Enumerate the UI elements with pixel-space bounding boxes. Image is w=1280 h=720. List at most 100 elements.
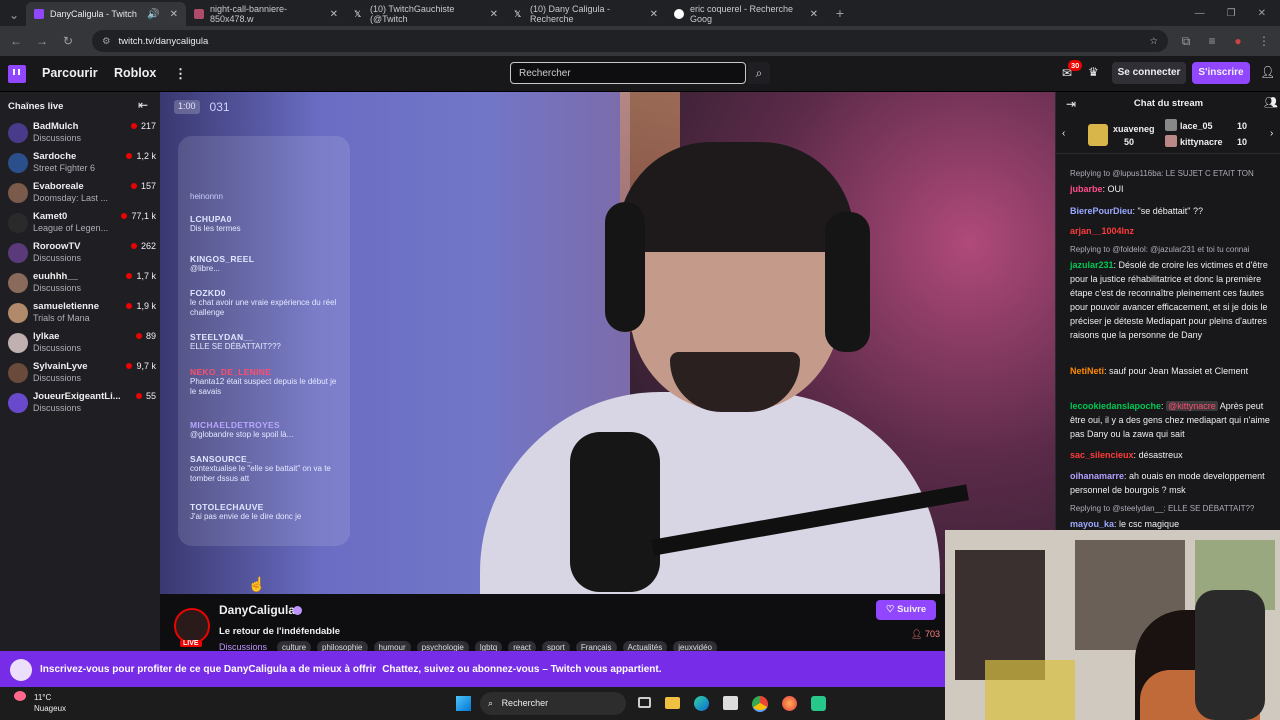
chat-username[interactable]: NetiNeti	[1070, 366, 1104, 376]
collapse-sidebar-icon[interactable]: ⇤	[138, 98, 148, 112]
sidebar-channel-item[interactable]: JoueurExigeantLi... Discussions 55	[6, 389, 156, 417]
viewer-count-value: 703	[924, 629, 940, 639]
community-icon[interactable]: 👥︎	[1264, 96, 1278, 109]
banner-text-primary: Inscrivez-vous pour profiter de ce que D…	[40, 663, 377, 675]
tab-twitch[interactable]: DanyCaligula - Twitch 🔊 ✕	[26, 2, 186, 26]
chat-username[interactable]: jubarbe	[1070, 184, 1103, 194]
login-button[interactable]: Se connecter	[1112, 62, 1186, 84]
chat-username[interactable]: mayou_ka	[1070, 519, 1114, 529]
channel-viewers: 77,1 k	[121, 211, 156, 221]
chrome-icon[interactable]	[752, 696, 768, 712]
sidebar-channel-item[interactable]: SylvainLyve Discussions 9,7 k	[6, 359, 156, 387]
site-info-icon[interactable]: ⚙	[102, 36, 111, 47]
close-tab-icon[interactable]: ✕	[330, 9, 338, 20]
sidebar-channel-item[interactable]: lylkae Discussions 89	[6, 329, 156, 357]
weather-icon[interactable]	[14, 691, 26, 701]
overlay-timer-badge: 1:00 031	[174, 100, 230, 114]
channel-name[interactable]: DanyCaligula	[219, 603, 295, 617]
channel-name: samueletienne	[33, 301, 99, 312]
user-menu-icon[interactable]: 👤︎	[1260, 65, 1275, 79]
overlay-chat-message: NEKO_DE_LENINE Phanta12 était suspect dep…	[190, 367, 340, 397]
glitch-icon	[10, 659, 32, 681]
sidebar-channel-item[interactable]: Evaboreale Doomsday: Last ... 157	[6, 179, 156, 207]
overlay-chat-user: STEELYDAN__	[190, 332, 254, 342]
sidebar-channel-item[interactable]: RoroowTV Discussions 262	[6, 239, 156, 267]
chat-username[interactable]: arjan__1004lnz	[1070, 226, 1134, 236]
maximize-icon[interactable]: ❐	[1227, 8, 1236, 19]
back-icon[interactable]: ←	[8, 34, 24, 48]
url-bar[interactable]: ⚙ twitch.tv/danycaligula ☆	[92, 30, 1168, 52]
extensions-icon[interactable]: ⧉	[1178, 34, 1194, 49]
sidebar-channel-item[interactable]: BadMulch Discussions 217	[6, 119, 156, 147]
x-favicon-icon: 𝕏	[354, 9, 362, 19]
overlay-chat-user: NEKO_DE_LENINE	[190, 367, 272, 377]
browse-link[interactable]: Parcourir	[42, 66, 98, 80]
mute-icon[interactable]: 🔊	[147, 9, 159, 20]
chat-username[interactable]: lecookiedanslapoche	[1070, 401, 1161, 411]
close-window-icon[interactable]: ✕	[1258, 8, 1266, 19]
chat-username[interactable]: sac_silencieux	[1070, 450, 1134, 460]
chat-username[interactable]: oihanamarre	[1070, 471, 1124, 481]
live-dot-icon	[135, 393, 142, 399]
twitch-logo-icon[interactable]	[8, 65, 26, 83]
minimize-icon[interactable]: —	[1195, 8, 1205, 19]
prev-arrow-icon[interactable]: ‹	[1062, 128, 1065, 139]
gifter-count: 10	[1237, 137, 1248, 147]
tab-x-search[interactable]: 𝕏 (10) Dany Caligula - Recherche ✕	[506, 2, 666, 26]
tab-google[interactable]: eric coquerel - Recherche Goog ✕	[666, 2, 826, 26]
file-explorer-icon[interactable]	[665, 697, 680, 709]
taskbar-search[interactable]: ⌕ Rechercher	[480, 692, 626, 715]
microphone	[570, 432, 660, 592]
close-tab-icon[interactable]: ✕	[170, 9, 178, 20]
tab-list-icon[interactable]: ⌄	[6, 8, 22, 22]
channel-category: Trials of Mana	[33, 313, 90, 323]
close-tab-icon[interactable]: ✕	[810, 9, 818, 20]
follow-button[interactable]: ♡ Suivre	[876, 600, 936, 620]
video-player[interactable]: 1:00 031 heinonnn LCHUPA0 Dis les termes K…	[160, 92, 1055, 594]
more-menu-icon[interactable]: ⋮	[174, 66, 187, 82]
search-input[interactable]: Rechercher	[510, 62, 746, 84]
new-tab-icon[interactable]: +	[832, 5, 848, 21]
edge-icon[interactable]	[694, 696, 709, 711]
channel-avatar	[8, 393, 28, 413]
tab-banner[interactable]: night-call-banniere-850x478.w ✕	[186, 2, 346, 26]
app-icon[interactable]	[811, 696, 826, 711]
next-arrow-icon[interactable]: ›	[1270, 128, 1273, 139]
tab-x-twitchgauchiste[interactable]: 𝕏 (10) TwitchGauchiste (@Twitch ✕	[346, 2, 506, 26]
sidebar-channel-item[interactable]: samueletienne Trials of Mana 1,9 k	[6, 299, 156, 327]
profile-icon[interactable]: ●	[1230, 34, 1246, 48]
store-icon[interactable]	[723, 696, 738, 710]
channel-viewers: 55	[135, 391, 156, 401]
channel-viewers: 1,9 k	[126, 301, 156, 311]
chat-username[interactable]: BierePourDieu	[1070, 206, 1133, 216]
close-tab-icon[interactable]: ✕	[490, 9, 498, 20]
windows-start-icon[interactable]	[456, 696, 471, 711]
channel-category: Discussions	[33, 133, 82, 143]
tab-title: (10) Dany Caligula - Recherche	[530, 4, 611, 24]
signup-banner[interactable]: Inscrivez-vous pour profiter de ce que D…	[0, 651, 945, 687]
chat-text: le csc magique	[1119, 519, 1180, 529]
prime-crown-icon[interactable]: ♛	[1088, 65, 1099, 79]
task-view-icon[interactable]	[638, 697, 651, 708]
channel-avatar[interactable]	[174, 608, 210, 644]
webcam-overlay	[945, 530, 1280, 720]
close-tab-icon[interactable]: ✕	[650, 9, 658, 20]
reload-icon[interactable]: ↻	[60, 34, 76, 48]
forward-icon[interactable]: →	[34, 34, 50, 48]
bookmark-icon[interactable]: ☆	[1149, 36, 1158, 47]
chat-reply-context: Replying to @lupus116ba: LE SUJET C ETAI…	[1070, 169, 1254, 178]
firefox-icon[interactable]	[782, 696, 797, 711]
roblox-link[interactable]: Roblox	[114, 66, 156, 80]
signup-button[interactable]: S'inscrire	[1192, 62, 1250, 84]
search-icon[interactable]: ⌕	[748, 62, 770, 84]
sidebar-channel-item[interactable]: euuhhh__ Discussions 1,7 k	[6, 269, 156, 297]
menu-icon[interactable]: ⋮	[1256, 34, 1272, 48]
overlay-chat-message: FOZKD0 le chat avoir une vraie expérience…	[190, 288, 340, 318]
chat-username[interactable]: jazular231	[1070, 260, 1114, 270]
sidebar-channel-item[interactable]: Sardoche Street Fighter 6 1,2 k	[6, 149, 156, 177]
chat-mention[interactable]: @kittynacre	[1166, 401, 1218, 411]
overlay-chat-text: @globandre stop le spoil là...	[190, 430, 294, 439]
media-icon[interactable]: ≡	[1204, 34, 1220, 48]
sidebar-channel-item[interactable]: Kamet0 League of Legen... 77,1 k	[6, 209, 156, 237]
overlay-chat-text: @libre...	[190, 264, 220, 273]
